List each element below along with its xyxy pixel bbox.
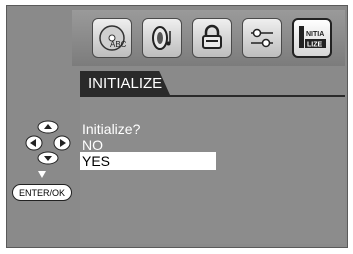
content-panel (80, 97, 345, 244)
tab-initialize: INITIALIZE (80, 71, 170, 95)
down-indicator-icon (38, 171, 46, 178)
initialize-icon[interactable]: NITIA LIZE (292, 18, 332, 58)
enter-ok-label: ENTER/OK (18, 187, 65, 198)
up-arrow-icon (37, 120, 59, 134)
language-disc-icon[interactable]: ABC (92, 18, 132, 58)
option-no[interactable]: NO (82, 137, 103, 153)
tab-title: INITIALIZE (88, 74, 163, 92)
svg-text:NITIA: NITIA (306, 31, 324, 38)
enter-ok-button[interactable]: ENTER/OK (12, 184, 72, 201)
direction-pad (24, 118, 72, 168)
svg-text:LIZE: LIZE (307, 42, 322, 49)
settings-sliders-icon[interactable] (242, 18, 282, 58)
down-arrow-icon (37, 151, 59, 165)
initialize-question: Initialize? (82, 121, 141, 137)
svg-text:ABC: ABC (110, 40, 127, 49)
audio-speaker-icon[interactable] (142, 18, 182, 58)
option-yes-label: YES (82, 153, 111, 169)
right-arrow-icon (53, 135, 71, 151)
option-yes-selected[interactable]: YES (80, 152, 216, 170)
lock-icon[interactable] (192, 18, 232, 58)
left-arrow-icon (25, 135, 43, 151)
